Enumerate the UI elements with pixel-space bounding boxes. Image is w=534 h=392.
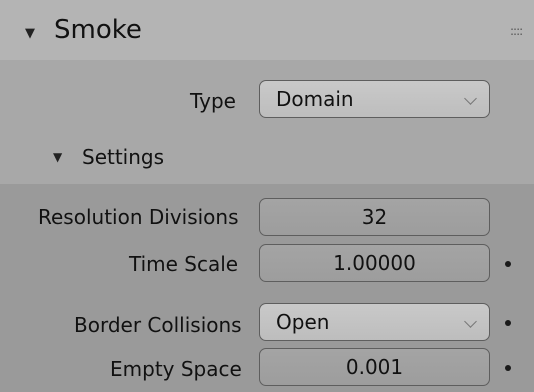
settings-title: Settings bbox=[82, 145, 165, 169]
chevron-down-icon bbox=[464, 315, 477, 328]
resolution-divisions-label: Resolution Divisions bbox=[38, 205, 239, 229]
keyframe-dot-icon[interactable] bbox=[505, 365, 511, 371]
keyframe-dot-icon[interactable] bbox=[505, 261, 511, 267]
type-label: Type bbox=[190, 89, 236, 113]
type-dropdown[interactable]: Domain bbox=[259, 80, 490, 118]
empty-space-label: Empty Space bbox=[110, 357, 242, 381]
chevron-down-icon bbox=[464, 92, 477, 105]
panel-title: Smoke bbox=[54, 15, 142, 45]
collapse-triangle-icon[interactable]: ▼ bbox=[53, 150, 62, 164]
smoke-panel-header[interactable]: ▼ Smoke :::: bbox=[0, 0, 534, 61]
border-collisions-label: Border Collisions bbox=[74, 313, 242, 337]
empty-space-field[interactable]: 0.001 bbox=[259, 348, 490, 386]
type-subpanel bbox=[0, 60, 534, 184]
drag-grip-icon[interactable]: :::: bbox=[510, 24, 523, 38]
border-collisions-value: Open bbox=[276, 310, 330, 334]
collapse-triangle-icon[interactable]: ▼ bbox=[25, 26, 35, 41]
border-collisions-dropdown[interactable]: Open bbox=[259, 303, 490, 341]
resolution-divisions-field[interactable]: 32 bbox=[259, 198, 490, 236]
time-scale-field[interactable]: 1.00000 bbox=[259, 244, 490, 282]
keyframe-dot-icon[interactable] bbox=[505, 320, 511, 326]
time-scale-label: Time Scale bbox=[129, 252, 239, 276]
type-dropdown-value: Domain bbox=[276, 87, 354, 111]
